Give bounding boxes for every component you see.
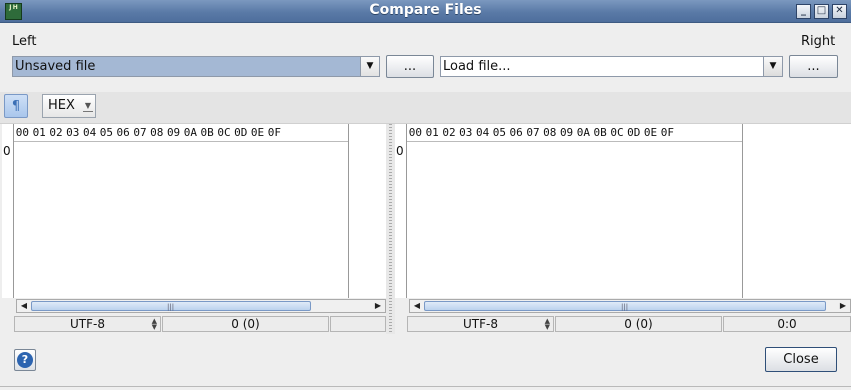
right-position-status: 0 (0) (555, 316, 722, 332)
hex-column-header: 04 (475, 126, 490, 139)
hex-column-header: 0B (200, 126, 214, 139)
hex-column-header: 07 (133, 126, 147, 139)
scrollbar-thumb[interactable]: ||| (31, 301, 311, 311)
left-encoding-select[interactable]: UTF-8 ▲ ▼ (14, 316, 161, 332)
right-hex-header: 00 01 02 03 04 05 06 07 08 09 0A 0B 0C 0D 0E 0F (407, 124, 742, 142)
hex-column-header: 0C (610, 126, 624, 139)
hex-column-header: 09 (559, 126, 574, 139)
spinner-arrows-icon: ▲ ▼ (151, 317, 157, 331)
hex-column-header: 0F (267, 126, 281, 139)
hex-column-header: 0E (250, 126, 265, 139)
left-file-combo-value: Unsaved file (15, 59, 96, 74)
hex-column-header: 00 (15, 126, 30, 139)
right-horizontal-scrollbar[interactable]: ◀ ||| ▶ (409, 299, 851, 313)
close-button[interactable]: Close (765, 347, 837, 372)
scroll-right-arrow-icon[interactable]: ▶ (837, 300, 849, 312)
right-hex-pane: 0 00 01 02 03 04 05 06 07 08 09 0A 0B 0C 0D 0E 0F ◀ |||… (395, 124, 851, 334)
hex-column-header: 01 (32, 126, 46, 139)
hex-column-header: 07 (526, 126, 540, 139)
hex-column-header: 0D (627, 126, 641, 139)
chevron-down-icon[interactable]: ▼ (360, 57, 379, 76)
right-file-combo[interactable]: Load file... ▼ (440, 56, 783, 77)
hex-column-header: 0D (234, 126, 248, 139)
minimize-button[interactable]: _ (796, 4, 811, 19)
right-ascii-column[interactable] (742, 124, 851, 298)
divider-grip-icon (389, 124, 392, 334)
row-offset: 0 (396, 144, 404, 158)
hex-column-header: 0E (643, 126, 658, 139)
help-button[interactable]: ? (14, 349, 36, 371)
grip-icon: ||| (167, 303, 175, 311)
scroll-right-arrow-icon[interactable]: ▶ (372, 300, 384, 312)
hex-column-header: 08 (543, 126, 557, 139)
view-mode-select[interactable]: HEX ▼ (42, 94, 96, 118)
left-ascii-column[interactable] (348, 124, 387, 298)
close-window-button[interactable]: ✕ (832, 4, 847, 19)
right-file-combo-value: Load file... (443, 59, 511, 74)
encoding-value: UTF-8 (70, 317, 105, 331)
hex-column-header: 05 (99, 126, 113, 139)
left-hex-grid[interactable] (14, 142, 348, 298)
scroll-left-arrow-icon[interactable]: ◀ (411, 300, 423, 312)
hex-column-header: 06 (116, 126, 130, 139)
left-hex-header: 00 01 02 03 04 05 06 07 08 09 0A 0B 0C 0D 0E 0F (14, 124, 348, 142)
left-hex-pane: 0 00 01 02 03 04 05 06 07 08 09 0A 0B 0C 0D 0E 0F ◀ |||… (2, 124, 387, 334)
hex-column-header: 0C (217, 126, 231, 139)
scroll-left-arrow-icon[interactable]: ◀ (18, 300, 30, 312)
view-mode-value: HEX (48, 98, 75, 113)
hex-column-header: 04 (82, 126, 97, 139)
window-bottom-border (0, 386, 851, 387)
hex-column-header: 05 (492, 126, 506, 139)
help-icon: ? (17, 352, 33, 368)
hex-column-header: 03 (459, 126, 473, 139)
hex-column-header: 01 (425, 126, 439, 139)
right-hex-grid[interactable] (407, 142, 742, 298)
right-encoding-select[interactable]: UTF-8 ▲ ▼ (407, 316, 554, 332)
hex-column-header: 09 (166, 126, 181, 139)
scrollbar-thumb[interactable]: ||| (424, 301, 826, 311)
hex-column-header: 00 (408, 126, 423, 139)
left-horizontal-scrollbar[interactable]: ◀ ||| ▶ (16, 299, 386, 313)
chevron-down-icon[interactable]: ▼ (763, 57, 782, 76)
left-file-combo[interactable]: Unsaved file ▼ (12, 56, 380, 77)
right-label: Right (801, 34, 836, 49)
left-label: Left (12, 34, 37, 49)
hex-column-header: 02 (442, 126, 456, 139)
grip-icon: ||| (621, 303, 629, 311)
maximize-button[interactable]: □ (814, 4, 829, 19)
left-row-gutter: 0 (2, 124, 14, 298)
hex-column-header: 02 (49, 126, 63, 139)
hex-column-header: 0F (660, 126, 674, 139)
hex-column-header: 0A (183, 126, 197, 139)
hex-column-header: 08 (150, 126, 164, 139)
hex-column-header: 0B (593, 126, 607, 139)
left-extra-status (330, 316, 386, 332)
window-title: Compare Files (369, 2, 482, 18)
encoding-value: UTF-8 (463, 317, 498, 331)
row-offset: 0 (3, 144, 11, 158)
toolbar: ¶ HEX ▼ (0, 92, 851, 124)
split-divider[interactable] (386, 124, 395, 334)
hex-column-header: 06 (509, 126, 523, 139)
hex-column-header: 03 (66, 126, 80, 139)
right-row-gutter: 0 (395, 124, 407, 298)
spinner-arrows-icon: ▲ ▼ (544, 317, 550, 331)
pilcrow-icon[interactable]: ¶ (4, 94, 28, 118)
left-position-status: 0 (0) (162, 316, 329, 332)
title-bar: J H Compare Files _ □ ✕ (0, 0, 851, 23)
right-extra-status: 0:0 (723, 316, 851, 332)
hex-column-header: 0A (576, 126, 590, 139)
right-browse-button[interactable]: ... (789, 55, 838, 78)
left-browse-button[interactable]: ... (386, 55, 434, 78)
chevron-down-icon: ▼ (83, 101, 93, 112)
